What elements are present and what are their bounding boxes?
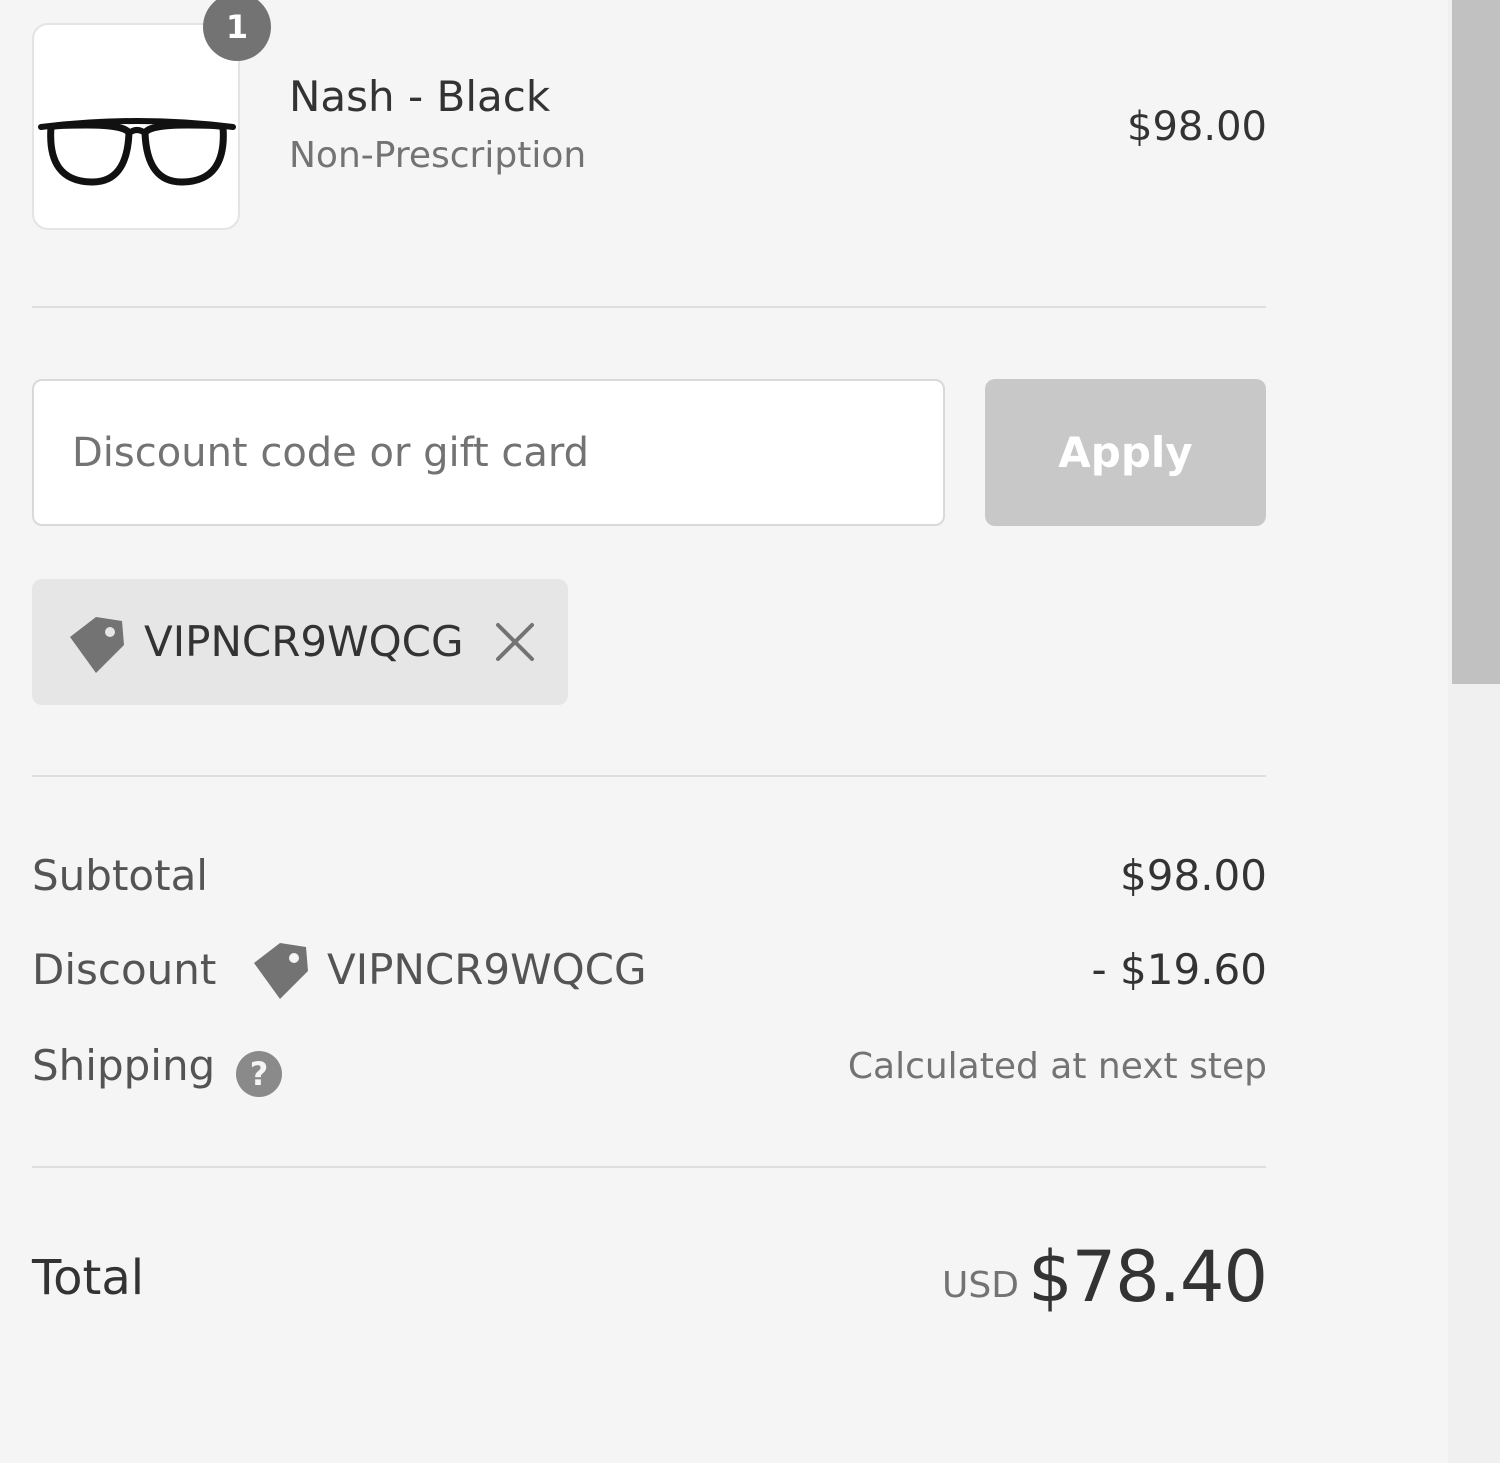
product-name: Nash - Black — [289, 72, 551, 121]
total-label: Total — [32, 1250, 145, 1306]
product-thumbnail — [32, 23, 240, 230]
apply-button[interactable]: Apply — [985, 379, 1266, 526]
divider — [32, 306, 1266, 308]
tag-icon — [70, 617, 124, 673]
subtotal-label: Subtotal — [32, 851, 208, 900]
divider — [32, 1166, 1266, 1168]
discount-code: VIPNCR9WQCG — [327, 945, 647, 994]
shipping-label: Shipping — [32, 1041, 216, 1090]
applied-discount-code: VIPNCR9WQCG — [144, 617, 464, 666]
total-currency: USD — [942, 1265, 1019, 1306]
divider — [32, 775, 1266, 777]
discount-value: - $19.60 — [1091, 945, 1267, 994]
tag-icon — [254, 943, 308, 999]
applied-discount-chip: VIPNCR9WQCG — [32, 579, 568, 705]
discount-code-input[interactable] — [32, 379, 945, 526]
scrollbar-thumb[interactable] — [1452, 0, 1500, 684]
product-variant: Non-Prescription — [289, 135, 587, 176]
product-price: $98.00 — [1127, 104, 1267, 150]
shipping-value: Calculated at next step — [847, 1046, 1267, 1087]
discount-label: Discount — [32, 945, 217, 994]
help-icon[interactable]: ? — [236, 1051, 282, 1097]
total-amount: $78.40 — [1028, 1236, 1268, 1318]
subtotal-value: $98.00 — [1120, 851, 1267, 900]
eyeglasses-icon — [38, 118, 236, 186]
quantity-badge: 1 — [203, 0, 271, 61]
close-icon[interactable] — [492, 619, 538, 665]
